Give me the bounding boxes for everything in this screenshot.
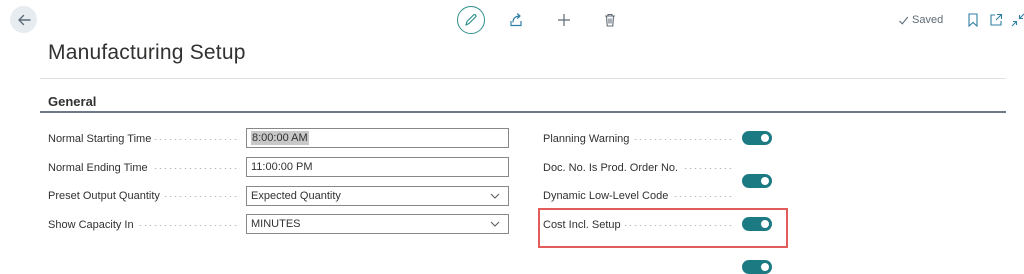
field-label-show-capacity-in: Show Capacity In xyxy=(48,219,240,233)
field-label-preset-output-quantity: Preset Output Quantity xyxy=(48,190,240,204)
section-divider xyxy=(40,111,1006,113)
back-button[interactable] xyxy=(10,6,37,33)
field-label-normal-ending-time: Normal Ending Time xyxy=(48,162,240,176)
plus-icon xyxy=(558,14,570,26)
show-capacity-in-select[interactable]: MINUTES xyxy=(246,214,509,234)
planning-warning-toggle[interactable] xyxy=(742,131,772,145)
doc-no-is-prod-order-no-toggle[interactable] xyxy=(742,174,772,188)
normal-ending-time-value: 11:00:00 PM xyxy=(251,161,313,173)
saved-label: Saved xyxy=(912,14,944,26)
toggle-knob xyxy=(761,263,769,271)
cost-incl-setup-toggle[interactable] xyxy=(742,260,772,274)
field-label-planning-warning: Planning Warning xyxy=(543,133,735,147)
normal-starting-time-input[interactable]: 8:00:00 AM xyxy=(246,128,509,148)
preset-output-quantity-value: Expected Quantity xyxy=(251,190,341,202)
section-title-general[interactable]: General xyxy=(48,94,96,109)
preset-output-quantity-select[interactable]: Expected Quantity xyxy=(246,186,509,206)
share-button[interactable] xyxy=(508,12,524,28)
collapse-button[interactable] xyxy=(1010,12,1024,28)
show-capacity-in-value: MINUTES xyxy=(251,218,301,230)
open-new-window-button[interactable] xyxy=(988,12,1004,28)
chevron-down-icon xyxy=(490,193,500,199)
bookmark-button[interactable] xyxy=(965,12,981,28)
edit-button[interactable] xyxy=(457,6,485,34)
chevron-down-icon xyxy=(490,221,500,227)
toggle-knob xyxy=(761,177,769,185)
arrow-left-icon xyxy=(17,14,31,25)
page-title: Manufacturing Setup xyxy=(48,41,246,64)
normal-ending-time-input[interactable]: 11:00:00 PM xyxy=(246,157,509,177)
delete-button[interactable] xyxy=(602,12,618,28)
saved-status: Saved xyxy=(898,14,943,26)
pencil-icon xyxy=(465,14,477,26)
field-label-normal-starting-time: Normal Starting Time xyxy=(48,133,240,147)
bookmark-icon xyxy=(968,13,978,27)
normal-starting-time-value: 8:00:00 AM xyxy=(251,131,309,145)
trash-icon xyxy=(605,13,615,27)
checkmark-icon xyxy=(899,16,909,25)
field-label-dynamic-low-level-code: Dynamic Low-Level Code xyxy=(543,190,735,204)
share-icon xyxy=(510,13,522,27)
field-label-doc-no-is-prod-order-no: Doc. No. Is Prod. Order No. xyxy=(543,162,735,176)
new-button[interactable] xyxy=(556,12,572,28)
collapse-icon xyxy=(1011,13,1024,27)
toggle-knob xyxy=(761,134,769,142)
title-divider xyxy=(40,78,1006,79)
open-new-window-icon xyxy=(990,13,1003,26)
